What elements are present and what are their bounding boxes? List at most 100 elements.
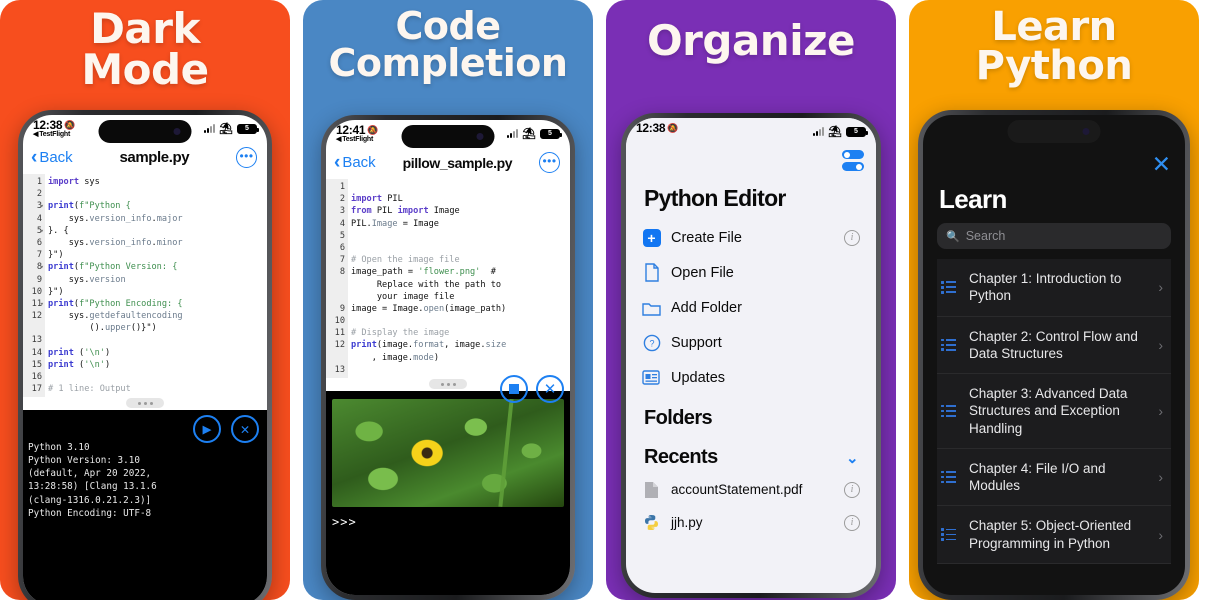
recent-file-label: accountStatement.pdf [671,482,803,497]
wifi-icon: ⛱ [522,128,536,140]
panel-4-headline-line2: Python [975,43,1133,90]
more-options-icon[interactable]: ••• [236,147,257,168]
search-icon: 🔍 [946,230,960,243]
chapter-label: Chapter 4: File I/O and Modules [969,460,1106,494]
phone-mockup-4: ✕ Learn 🔍 Search Chapter 1: Introduction… [918,110,1190,600]
panel-1-headline-line2: Mode [81,45,209,95]
status-bar-2: 12:41 🔕 ◀ TestFlight ⛱ 5 [326,120,570,150]
list-bullet-icon [941,470,958,484]
settings-toolbar [626,148,876,171]
python-file-icon [642,513,661,532]
chapter-label: Chapter 2: Control Flow and Data Structu… [969,328,1138,361]
console-text: Python 3.10 Python Version: 3.10 (defaul… [28,441,157,519]
svg-text:?: ? [649,338,654,348]
close-learn-button[interactable]: ✕ [923,149,1185,176]
code-content-2[interactable]: import PIL from PIL import Image PIL.Image… [348,179,570,378]
battery-icon: 5 [237,123,259,134]
status-time: 12:41 [336,123,366,137]
menu-item-add-folder[interactable]: Add Folder [626,290,876,325]
list-bullet-icon [941,528,958,541]
menu-item-support[interactable]: ? Support [626,325,876,360]
recent-file-item[interactable]: accountStatement.pdf i [626,473,876,506]
chevron-down-icon[interactable]: ⌄ [846,449,859,467]
list-bullet-icon [941,280,958,294]
close-preview-button[interactable]: ✕ [536,375,564,403]
list-bullet-icon [941,338,958,352]
back-button[interactable]: ‹ Back [334,151,376,173]
chapter-list-item[interactable]: Chapter 4: File I/O and Modules › [937,448,1171,507]
pdf-file-icon [642,480,661,499]
info-icon[interactable]: i [844,229,860,246]
status-bar-3: 12:38 🔕 ⛱ 5 [626,118,876,148]
resize-grabber-1[interactable] [23,397,267,411]
menu-item-create-file[interactable]: + Create File i [626,220,876,255]
close-console-button[interactable]: ✕ [231,415,259,444]
learn-title: Learn [939,184,1007,214]
chapter-list-item[interactable]: Chapter 5: Object-Oriented Programming i… [937,506,1171,564]
more-options-icon[interactable]: ••• [539,152,560,173]
info-icon[interactable]: i [844,481,860,498]
chapter-list-item[interactable]: Chapter 2: Control Flow and Data Structu… [937,316,1171,375]
phone-mockup-3: 12:38 🔕 ⛱ 5 Python Editor + Create File … [621,113,881,598]
panel-1-headline: Dark Mode [0,4,290,95]
panel-code-completion: Code Completion 12:41 🔕 ◀ TestFlight ⛱ 5… [303,0,593,600]
question-circle-icon: ? [643,334,660,351]
list-bullet-icon [941,280,958,294]
recent-file-item[interactable]: jjh.py i [626,506,876,539]
line-number-gutter-2: 1 2 3 4 5 6 7 8 9 10 11 12 13 [326,179,348,378]
flower-photo [332,399,564,507]
line-number-gutter-1: 1 2 3 ▾ 4 5 ▾ 6 7 8 ▾ 9 10 11 ▾ 12 13 14 15 16 17 [23,174,45,398]
menu-item-open-file[interactable]: Open File [626,255,876,290]
menu-item-label: Open File [671,264,734,281]
run-button[interactable]: ▶ [193,415,221,444]
chapter-list: Chapter 1: Introduction to Python › Chapte… [923,259,1185,564]
status-carrier: TestFlight [39,131,71,139]
file-title: sample.py [119,149,190,166]
plus-square-icon: + [642,228,661,247]
phone-mockup-2: 12:41 🔕 ◀ TestFlight ⛱ 5 ‹ Back pillow_s… [321,115,575,600]
panel-2-headline-line2: Completion [328,41,568,86]
code-editor-2[interactable]: 1 2 3 4 5 6 7 8 9 10 11 12 13 import PIL from PIL imp… [326,179,570,378]
back-button-label: Back [39,149,73,166]
chevron-left-icon: ‹ [334,151,341,173]
question-circle-icon: ? [642,333,661,352]
menu-list: + Create File i Open File Add Folder? Support… [626,220,876,395]
folder-icon [642,302,661,316]
chapter-list-item[interactable]: Chapter 1: Introduction to Python › [937,259,1171,317]
section-folders: Folders [626,395,876,434]
section-recents-label: Recents [644,446,718,468]
stop-button[interactable] [500,375,528,403]
menu-item-updates[interactable]: Updates [626,360,876,395]
info-icon[interactable]: i [844,514,860,531]
chevron-right-icon: › [1158,336,1163,353]
search-input[interactable]: 🔍 Search [937,223,1171,249]
section-recents[interactable]: Recents ⌄ [626,434,876,473]
list-bullet-icon [941,470,958,484]
list-bullet-icon [941,528,958,541]
status-bar-1: 12:38 🔕 ◀ TestFlight ⛱ 5 [23,115,267,145]
wifi-icon: ⛱ [828,126,842,138]
search-placeholder: Search [965,229,1006,243]
section-folders-label: Folders [644,407,713,429]
image-action-buttons: ✕ [500,375,564,403]
dynamic-island [1007,120,1101,143]
list-bullet-icon [941,404,958,418]
back-arrow-icon: ◀ [33,131,39,139]
chevron-right-icon: › [1158,469,1163,486]
battery-icon: 5 [846,126,868,137]
signal-icon [813,127,825,136]
chapter-list-item[interactable]: Chapter 3: Advanced Data Structures and … [937,374,1171,449]
plus-square-icon: + [642,228,661,247]
news-icon [642,370,660,385]
panel-1-headline-line1: Dark [90,4,200,53]
panel-learn-python: Learn Python ✕ Learn 🔍 Search Chapter 1:… [909,0,1199,600]
sliders-settings-icon[interactable] [842,150,864,171]
bell-slash-icon: 🔕 [367,124,379,135]
back-button[interactable]: ‹ Back [31,148,73,167]
document-icon [644,263,659,282]
code-editor-1[interactable]: 1 2 3 ▾ 4 5 ▾ 6 7 8 ▾ 9 10 11 ▾ 12 13 14 15 16 17 import sys… [23,174,267,398]
code-content-1[interactable]: import sys print(f"Python { sys.version_… [45,174,267,397]
battery-icon: 5 [540,128,562,139]
app-title: Python Editor [644,185,786,211]
recents-list: accountStatement.pdf i jjh.py i [626,473,876,539]
